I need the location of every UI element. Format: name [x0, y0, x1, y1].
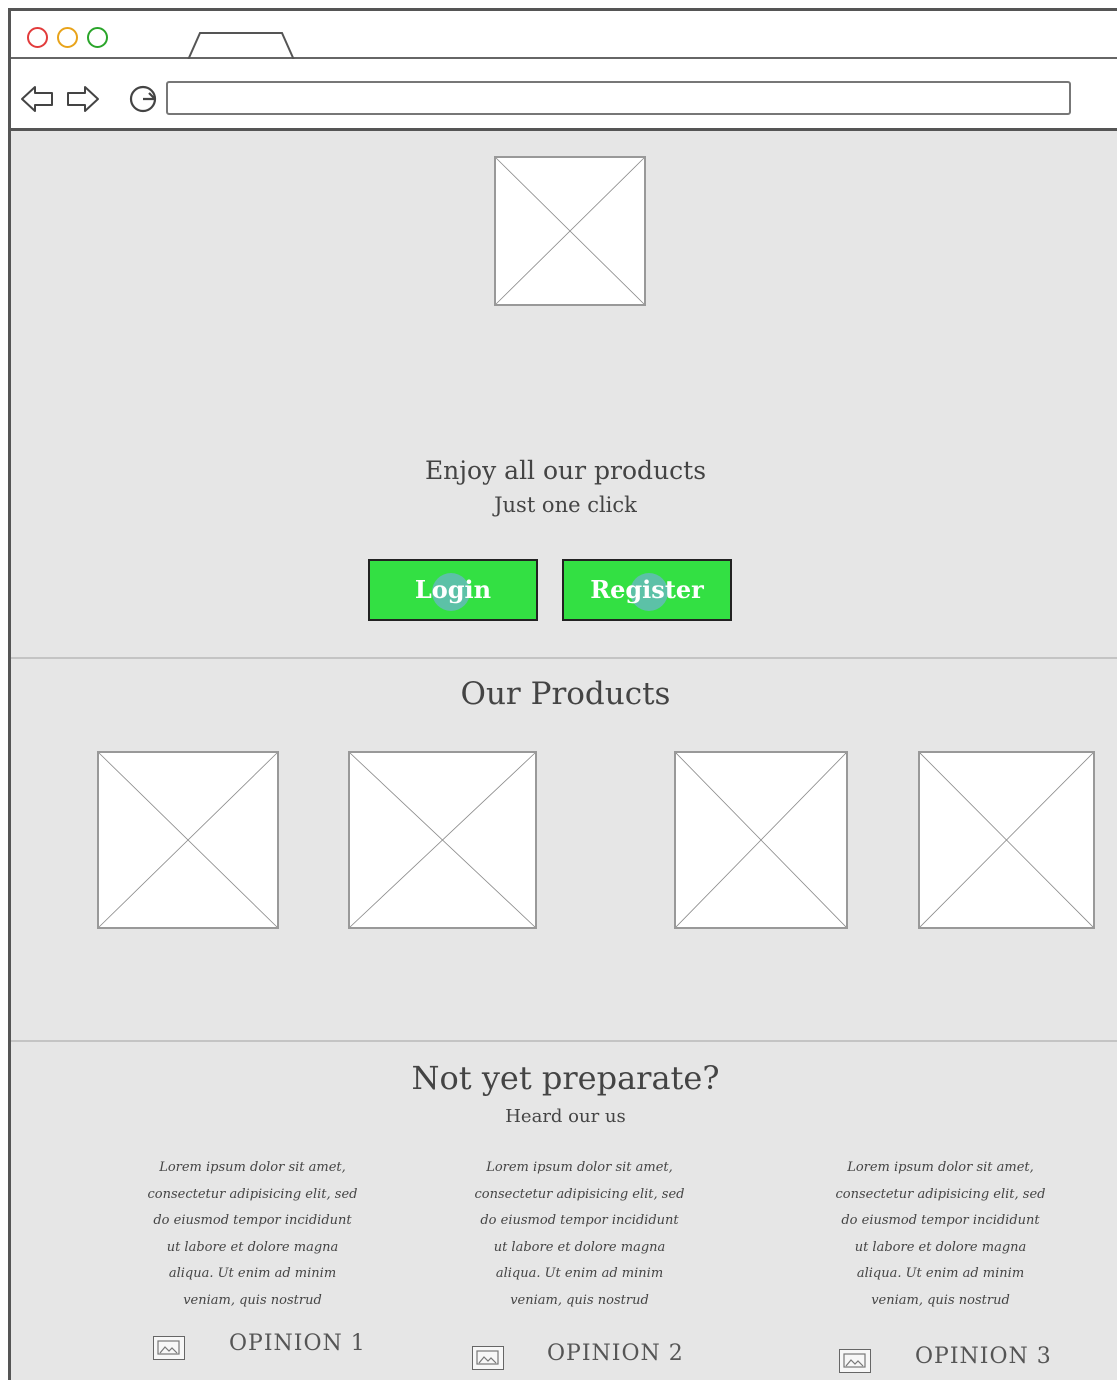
minimize-window-dot-icon[interactable]: [57, 27, 78, 48]
back-arrow-icon[interactable]: [19, 83, 55, 115]
product-image-placeholder[interactable]: [348, 751, 537, 929]
opinion-label: OPINION 1: [229, 1331, 366, 1356]
tab-bar: [11, 11, 1117, 61]
image-icon: [153, 1336, 185, 1360]
hero-image-placeholder: [494, 156, 646, 306]
reload-icon[interactable]: [127, 83, 161, 115]
opinion-label: OPINION 3: [915, 1344, 1052, 1369]
login-button[interactable]: Login: [368, 559, 538, 621]
opinions-title: Not yet preparate?: [411, 1059, 720, 1097]
image-icon: [472, 1346, 504, 1370]
browser-tab[interactable]: [186, 31, 296, 61]
register-button[interactable]: Register: [562, 559, 732, 621]
section-divider: [11, 657, 1117, 659]
hero-subline: Just one click: [494, 493, 637, 517]
section-divider: [11, 1040, 1117, 1042]
opinion-label: OPINION 2: [547, 1341, 684, 1366]
opinion-text: Lorem ipsum dolor sit amet, consectetur …: [835, 1160, 1046, 1308]
browser-window: Enjoy all our products Just one click Lo…: [8, 8, 1117, 1380]
opinions-subtitle: Heard our us: [505, 1106, 626, 1127]
login-button-label: Login: [414, 575, 492, 604]
image-icon: [839, 1349, 871, 1373]
forward-arrow-icon[interactable]: [65, 83, 101, 115]
hero-headline: Enjoy all our products: [424, 456, 707, 485]
address-bar: [11, 59, 1117, 131]
products-title: Our Products: [460, 676, 671, 712]
register-button-label: Register: [590, 575, 704, 604]
product-image-placeholder[interactable]: [97, 751, 279, 929]
product-image-placeholder[interactable]: [918, 751, 1095, 929]
product-image-placeholder[interactable]: [674, 751, 848, 929]
url-input[interactable]: [166, 81, 1071, 115]
maximize-window-dot-icon[interactable]: [87, 27, 108, 48]
opinion-text: Lorem ipsum dolor sit amet, consectetur …: [147, 1160, 358, 1308]
close-window-dot-icon[interactable]: [27, 27, 48, 48]
opinion-text: Lorem ipsum dolor sit amet, consectetur …: [474, 1160, 685, 1308]
